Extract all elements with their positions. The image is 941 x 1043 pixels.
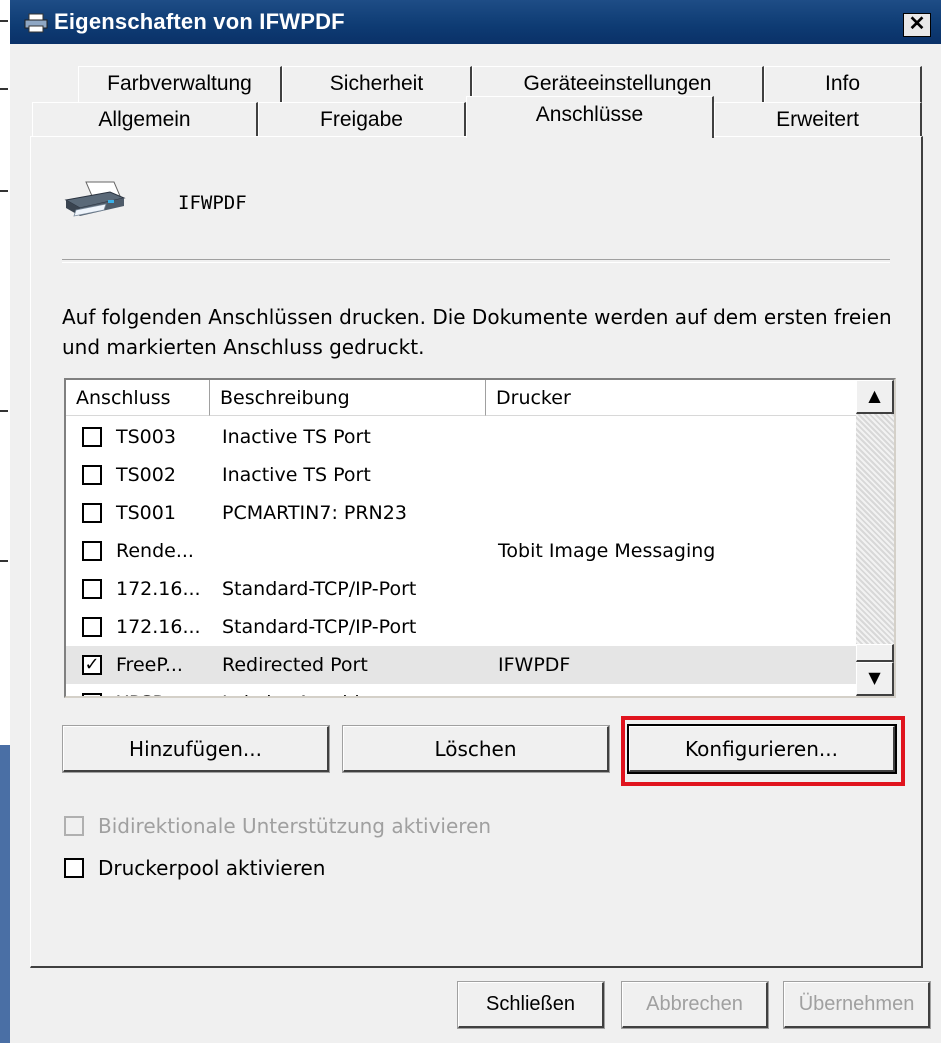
port-name: 172.16...: [116, 616, 201, 638]
tab-sicherheit[interactable]: Sicherheit: [282, 66, 472, 102]
title-bar[interactable]: Eigenschaften von IFWPDF ✕: [10, 0, 941, 44]
background-mark: [0, 560, 8, 562]
scroll-down-icon[interactable]: ▼: [856, 662, 894, 696]
highlight-box: [621, 716, 905, 786]
printer-icon: [64, 181, 126, 217]
separator-line: [62, 259, 890, 263]
column-header-beschreibung[interactable]: Beschreibung: [210, 380, 486, 416]
table-row-partial[interactable]: XPSP... Lokaler Anschluss: [66, 684, 856, 696]
background-window-edge: [0, 0, 10, 1043]
list-header: Anschluss Beschreibung Drucker: [66, 380, 856, 416]
tab-erweitert[interactable]: Erweitert: [714, 102, 922, 138]
cancel-button[interactable]: Abbrechen: [621, 981, 769, 1029]
properties-dialog: Eigenschaften von IFWPDF ✕ Farbverwaltun…: [10, 0, 941, 1043]
port-name: FreeP...: [116, 654, 183, 676]
background-blue-region: [0, 745, 10, 1043]
table-row[interactable]: TS001 PCMARTIN7: PRN23: [66, 494, 856, 532]
port-checkbox-checked[interactable]: ✓: [82, 655, 102, 675]
scroll-thumb[interactable]: [856, 644, 894, 662]
port-name: 172.16...: [116, 578, 201, 600]
port-checkbox[interactable]: [82, 465, 102, 485]
port-description: Lokaler Anschluss: [222, 684, 392, 696]
port-printer: Tobit Image Messaging: [498, 540, 716, 562]
printer-name: IFWPDF: [178, 192, 247, 214]
port-checkbox[interactable]: [82, 693, 102, 696]
vertical-scrollbar[interactable]: ▲ ▼: [856, 380, 894, 696]
port-checkbox[interactable]: [82, 427, 102, 447]
port-checkbox[interactable]: [82, 503, 102, 523]
port-description: Inactive TS Port: [222, 426, 371, 448]
column-header-drucker[interactable]: Drucker: [486, 380, 856, 416]
port-name: Rende...: [116, 540, 194, 562]
tab-anschluesse[interactable]: Anschlüsse: [466, 96, 714, 138]
column-header-anschluss[interactable]: Anschluss: [66, 380, 210, 416]
bidirectional-label: Bidirektionale Unterstützung aktivieren: [98, 814, 492, 838]
port-description: PCMARTIN7: PRN23: [222, 502, 407, 524]
apply-button[interactable]: Übernehmen: [783, 981, 931, 1029]
port-checkbox[interactable]: [82, 617, 102, 637]
delete-port-button[interactable]: Löschen: [342, 725, 610, 773]
add-port-button[interactable]: Hinzufügen...: [62, 725, 330, 773]
port-description: Inactive TS Port: [222, 464, 371, 486]
table-row[interactable]: Rende... Tobit Image Messaging: [66, 532, 856, 570]
table-row[interactable]: TS002 Inactive TS Port: [66, 456, 856, 494]
printer-pool-label: Druckerpool aktivieren: [98, 856, 326, 880]
table-row-selected[interactable]: ✓ FreeP... Redirected Port IFWPDF: [66, 646, 856, 684]
port-description: Standard-TCP/IP-Port: [222, 578, 417, 600]
background-mark: [0, 190, 8, 192]
close-dialog-button[interactable]: Schließen: [457, 981, 605, 1029]
table-row[interactable]: 172.16... Standard-TCP/IP-Port: [66, 570, 856, 608]
window-title: Eigenschaften von IFWPDF: [54, 9, 345, 34]
printer-pool-checkbox[interactable]: [64, 858, 84, 878]
port-checkbox[interactable]: [82, 541, 102, 561]
port-description: Redirected Port: [222, 654, 368, 676]
scroll-up-icon[interactable]: ▲: [856, 380, 894, 414]
port-name: TS001: [116, 502, 176, 524]
port-name: TS002: [116, 464, 176, 486]
close-icon[interactable]: ✕: [903, 13, 931, 37]
tab-info[interactable]: Info: [764, 66, 922, 102]
tab-allgemein[interactable]: Allgemein: [32, 102, 258, 138]
tab-freigabe[interactable]: Freigabe: [258, 102, 466, 138]
table-row[interactable]: TS003 Inactive TS Port: [66, 418, 856, 456]
background-mark: [0, 20, 8, 22]
bidirectional-checkbox[interactable]: [64, 816, 84, 836]
port-name: XPSP...: [116, 684, 179, 696]
ports-list[interactable]: Anschluss Beschreibung Drucker TS003 Ina…: [64, 378, 896, 698]
port-name: TS003: [116, 426, 176, 448]
background-mark: [0, 88, 8, 90]
port-checkbox[interactable]: [82, 579, 102, 599]
port-printer: IFWPDF: [498, 654, 571, 676]
background-mark: [0, 410, 8, 412]
port-description: Standard-TCP/IP-Port: [222, 616, 417, 638]
table-row[interactable]: 172.16... Standard-TCP/IP-Port: [66, 608, 856, 646]
printer-icon: [24, 13, 48, 33]
instructions-text: Auf folgenden Anschlüssen drucken. Die D…: [62, 305, 892, 359]
tab-farbverwaltung[interactable]: Farbverwaltung: [78, 66, 282, 102]
